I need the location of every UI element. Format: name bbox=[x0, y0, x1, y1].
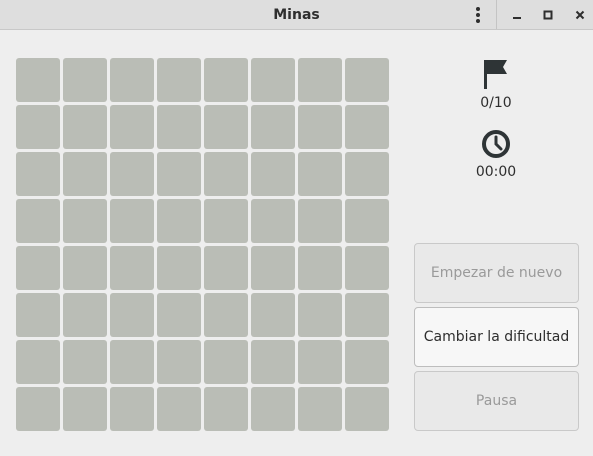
mine-cell[interactable] bbox=[110, 293, 154, 337]
mine-cell[interactable] bbox=[16, 293, 60, 337]
mine-cell[interactable] bbox=[251, 387, 295, 431]
mine-cell[interactable] bbox=[298, 246, 342, 290]
change-difficulty-button[interactable]: Cambiar la dificultad bbox=[414, 307, 579, 367]
mine-cell[interactable] bbox=[16, 340, 60, 384]
mine-cell[interactable] bbox=[204, 387, 248, 431]
mine-cell[interactable] bbox=[298, 387, 342, 431]
maximize-icon bbox=[543, 10, 553, 20]
restart-button[interactable]: Empezar de nuevo bbox=[414, 243, 579, 303]
mine-cell[interactable] bbox=[157, 58, 201, 102]
mine-cell[interactable] bbox=[63, 105, 107, 149]
menu-icon bbox=[476, 7, 480, 23]
mine-cell[interactable] bbox=[63, 199, 107, 243]
mine-cell[interactable] bbox=[298, 199, 342, 243]
mine-cell[interactable] bbox=[345, 58, 389, 102]
pause-button[interactable]: Pausa bbox=[414, 371, 579, 431]
mine-cell[interactable] bbox=[204, 199, 248, 243]
mine-cell[interactable] bbox=[63, 58, 107, 102]
mine-cell[interactable] bbox=[16, 199, 60, 243]
mine-cell[interactable] bbox=[251, 105, 295, 149]
close-icon bbox=[575, 10, 585, 20]
mine-cell[interactable] bbox=[251, 152, 295, 196]
mines-counter: 0/10 bbox=[480, 95, 512, 111]
restart-button-label: Empezar de nuevo bbox=[430, 265, 563, 281]
mine-cell[interactable] bbox=[157, 246, 201, 290]
minesweeper-window: Minas 0/10 00:00 Empezar de nuevo Cambia… bbox=[0, 0, 593, 456]
mine-cell[interactable] bbox=[251, 340, 295, 384]
mine-cell[interactable] bbox=[298, 152, 342, 196]
minefield-grid bbox=[16, 58, 390, 432]
mine-cell[interactable] bbox=[63, 246, 107, 290]
mine-cell[interactable] bbox=[345, 246, 389, 290]
mine-cell[interactable] bbox=[298, 293, 342, 337]
mine-cell[interactable] bbox=[345, 152, 389, 196]
mine-cell[interactable] bbox=[157, 105, 201, 149]
mine-cell[interactable] bbox=[16, 58, 60, 102]
menu-button[interactable] bbox=[465, 0, 491, 30]
title-bar[interactable]: Minas bbox=[0, 0, 593, 30]
mine-cell[interactable] bbox=[157, 340, 201, 384]
mine-cell[interactable] bbox=[63, 387, 107, 431]
mine-cell[interactable] bbox=[63, 152, 107, 196]
mine-cell[interactable] bbox=[251, 199, 295, 243]
elapsed-timer: 00:00 bbox=[475, 164, 517, 180]
mine-cell[interactable] bbox=[157, 199, 201, 243]
clock-icon bbox=[482, 130, 510, 158]
mine-cell[interactable] bbox=[204, 152, 248, 196]
change-difficulty-button-label: Cambiar la dificultad bbox=[423, 329, 570, 345]
minimize-icon bbox=[513, 17, 521, 19]
mine-cell[interactable] bbox=[110, 340, 154, 384]
mine-cell[interactable] bbox=[298, 340, 342, 384]
mine-cell[interactable] bbox=[157, 152, 201, 196]
mine-cell[interactable] bbox=[204, 58, 248, 102]
mine-cell[interactable] bbox=[63, 293, 107, 337]
mine-cell[interactable] bbox=[16, 387, 60, 431]
minimize-button[interactable] bbox=[504, 0, 530, 30]
titlebar-separator bbox=[496, 0, 497, 29]
mine-cell[interactable] bbox=[345, 105, 389, 149]
mine-cell[interactable] bbox=[110, 152, 154, 196]
mine-cell[interactable] bbox=[204, 293, 248, 337]
mine-cell[interactable] bbox=[157, 293, 201, 337]
mine-cell[interactable] bbox=[204, 340, 248, 384]
mine-cell[interactable] bbox=[110, 58, 154, 102]
mine-cell[interactable] bbox=[345, 340, 389, 384]
pause-button-label: Pausa bbox=[475, 393, 518, 409]
mine-cell[interactable] bbox=[63, 340, 107, 384]
mine-cell[interactable] bbox=[157, 387, 201, 431]
mine-cell[interactable] bbox=[251, 293, 295, 337]
mine-cell[interactable] bbox=[345, 293, 389, 337]
mine-cell[interactable] bbox=[345, 199, 389, 243]
close-button[interactable] bbox=[567, 0, 593, 30]
mine-cell[interactable] bbox=[110, 105, 154, 149]
mine-cell[interactable] bbox=[16, 246, 60, 290]
mine-cell[interactable] bbox=[110, 246, 154, 290]
mine-cell[interactable] bbox=[298, 105, 342, 149]
mine-cell[interactable] bbox=[110, 199, 154, 243]
mine-cell[interactable] bbox=[345, 387, 389, 431]
maximize-button[interactable] bbox=[535, 0, 561, 30]
mine-cell[interactable] bbox=[110, 387, 154, 431]
flag-icon bbox=[484, 60, 507, 89]
mine-cell[interactable] bbox=[16, 105, 60, 149]
mine-cell[interactable] bbox=[251, 58, 295, 102]
mine-cell[interactable] bbox=[16, 152, 60, 196]
mine-cell[interactable] bbox=[204, 246, 248, 290]
mine-cell[interactable] bbox=[251, 246, 295, 290]
mine-cell[interactable] bbox=[204, 105, 248, 149]
mine-cell[interactable] bbox=[298, 58, 342, 102]
